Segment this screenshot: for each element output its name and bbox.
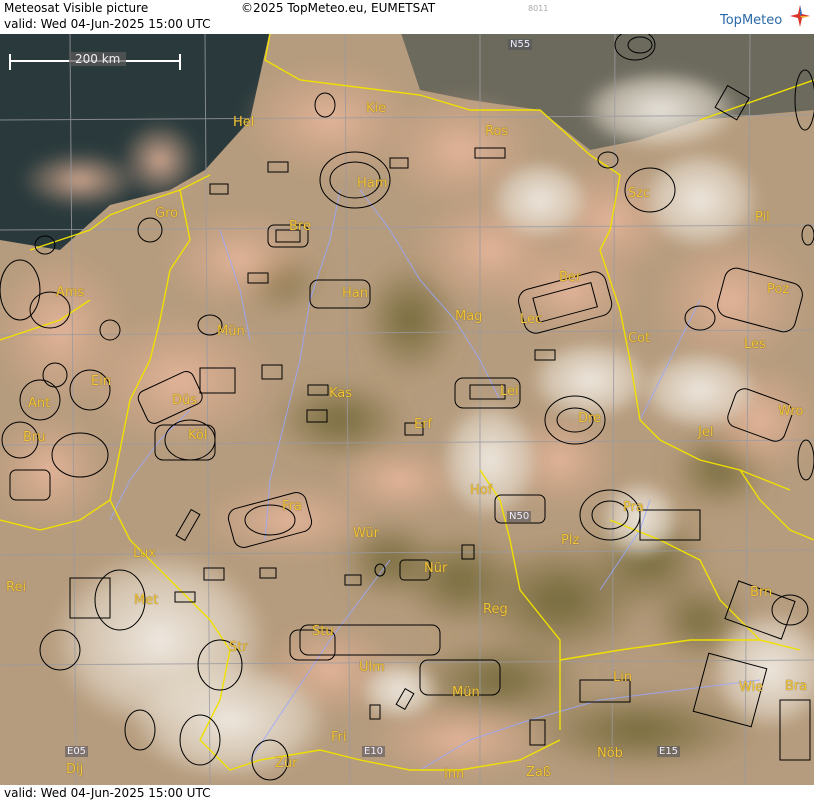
city-label: Gro <box>155 206 179 221</box>
copyright-text: ©2025 TopMeteo.eu, EUMETSAT <box>241 1 436 15</box>
city-label: Inn <box>444 767 465 782</box>
city-label: Fra <box>282 499 302 514</box>
satellite-map-frame: Meteosat Visible picture ©2025 TopMeteo.… <box>0 0 814 801</box>
city-label: Köl <box>188 428 208 443</box>
city-label: Bra <box>785 679 808 694</box>
city-label: Mün <box>217 324 245 339</box>
city-label: Hel <box>233 115 255 130</box>
city-label: Brn <box>750 585 773 600</box>
grid-label-n50: N50 <box>507 511 532 522</box>
grid-label-e15: E15 <box>657 746 681 757</box>
city-label: Düs <box>172 393 198 408</box>
city-label: Bre <box>289 219 311 234</box>
grid-label-e10: E10 <box>362 746 386 757</box>
topmeteo-logo[interactable]: TopMeteo <box>720 13 782 28</box>
city-label: Fri <box>331 730 347 745</box>
grid-label-e05: E05 <box>65 746 89 757</box>
city-label: Ros <box>485 124 509 139</box>
header-bar: Meteosat Visible picture ©2025 TopMeteo.… <box>0 0 814 34</box>
scale-bar-label: 200 km <box>69 52 127 66</box>
city-label: Ber <box>559 270 582 285</box>
satellite-map <box>0 0 814 801</box>
scale-bar-tick-left <box>9 54 11 70</box>
city-label: Wro <box>778 404 804 419</box>
city-label: Les <box>744 337 766 352</box>
map-title: Meteosat Visible picture <box>4 1 149 15</box>
footer-bar: valid: Wed 04-Jun-2025 15:00 UTC <box>0 785 814 801</box>
city-label: Ein <box>91 374 112 389</box>
city-label: Wie <box>739 680 764 695</box>
city-label: Szc <box>628 186 651 201</box>
city-label: Lux <box>133 546 156 561</box>
city-label: Erf <box>414 417 433 432</box>
city-label: Han <box>342 286 368 301</box>
city-label: Kie <box>366 101 387 116</box>
city-label: Str <box>229 640 248 655</box>
compass-star-icon <box>790 5 810 27</box>
city-label: Met <box>134 593 159 608</box>
city-label: Pra <box>623 500 644 515</box>
city-label: Hof <box>470 483 493 498</box>
valid-time-top: valid: Wed 04-Jun-2025 15:00 UTC <box>4 17 211 31</box>
city-label: Jel <box>698 425 714 440</box>
city-label: Lin <box>613 670 633 685</box>
city-label: Dre <box>578 411 602 426</box>
city-label: Poz <box>767 282 790 297</box>
city-label: Cot <box>628 331 651 346</box>
city-label: Dij <box>66 762 84 777</box>
city-label: Lec <box>520 312 543 327</box>
valid-time-bottom: valid: Wed 04-Jun-2025 15:00 UTC <box>4 786 211 800</box>
city-label: Lei <box>500 384 519 399</box>
city-label: Stu <box>312 624 334 639</box>
city-label: Pil <box>755 210 770 225</box>
city-label: Ant <box>28 396 51 411</box>
city-label: Zaß <box>526 765 552 780</box>
scale-bar: 200 km <box>9 52 181 70</box>
city-label: Rei <box>6 580 27 595</box>
grid-label-n55: N55 <box>508 39 533 50</box>
city-label: Plz <box>561 533 580 548</box>
city-label: Kas <box>329 386 353 401</box>
city-label: Bru <box>23 430 46 445</box>
city-label: Ams <box>56 285 85 300</box>
city-label: Nöb <box>597 746 623 761</box>
city-label: Reg <box>483 602 508 617</box>
city-label: Ham <box>357 176 388 191</box>
city-label: Ulm <box>359 660 385 675</box>
city-label: Mün <box>452 685 480 700</box>
city-label: Nür <box>424 561 448 576</box>
city-label: Mag <box>455 309 483 324</box>
city-label: Zür <box>275 756 298 771</box>
city-label: Wür <box>353 526 379 541</box>
image-code: 8011 <box>528 4 549 13</box>
scale-bar-tick-right <box>179 54 181 70</box>
